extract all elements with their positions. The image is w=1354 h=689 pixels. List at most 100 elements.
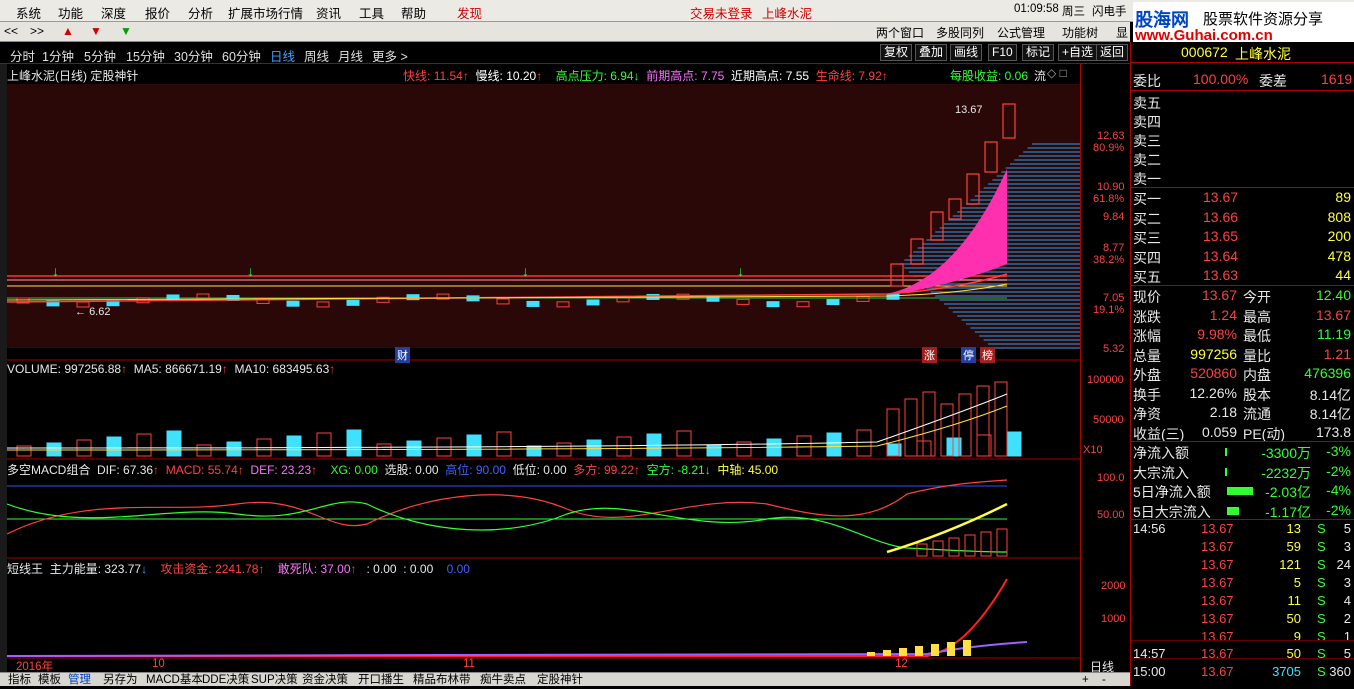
mark-button[interactable]: 标记 [1022, 44, 1055, 61]
bottom-tab[interactable]: 定股神针 [537, 673, 583, 687]
add-watchlist-button[interactable]: +自选 [1058, 44, 1098, 61]
display-button[interactable]: 显 [1116, 24, 1128, 41]
marker-limit[interactable]: 停 [961, 347, 976, 363]
macd-dif: DIF: 67.36 [97, 463, 154, 477]
short-extra-1: : 0.00 [366, 562, 397, 576]
formula-manage-button[interactable]: 公式管理 [997, 24, 1045, 41]
dare-team-bar [947, 642, 955, 656]
period-bar: 分时 1分钟 5分钟 15分钟 30分钟 60分钟 日线 周线 月线 更多 > … [0, 42, 1130, 64]
bid-row: 买四 13.64 478 [1133, 247, 1351, 266]
bottom-tab-bar: 指标 模板 管理 另存为 MACD基本 DDE决策 SUP决策 资金决策 开口播… [0, 672, 1130, 686]
macd-title: 多空MACD组合 [7, 463, 91, 477]
marker-finance[interactable]: 财 [395, 347, 410, 363]
attack-funds-line [7, 578, 1008, 657]
period-tab-5min[interactable]: 5分钟 [84, 46, 116, 65]
clock-weekday: 周三 [1062, 6, 1085, 18]
period-tab-more[interactable]: 更多 > [372, 46, 408, 65]
restore-rights-button[interactable]: 复权 [880, 44, 913, 61]
dare-team-bar [931, 644, 939, 656]
function-tree-button[interactable]: 功能树 [1062, 24, 1098, 41]
indicator-slow-line: 慢线: 10.20↑ [475, 69, 543, 83]
macd-line [886, 502, 1008, 554]
bottom-tab[interactable]: 指标 [8, 673, 31, 687]
bull-line [6, 479, 1008, 535]
chart-area[interactable]: ↓ ↓ ↓ ↓ 上峰水泥(日线) 定股神针 快线: 11.54↑ 慢线: 10.20↑… [6, 64, 1080, 686]
menu-item-function[interactable]: 功能 [58, 3, 83, 22]
menu-item-news[interactable]: 资讯 [316, 3, 341, 22]
stock-header: 000672 上峰水泥 [1131, 44, 1354, 63]
bottom-tab[interactable]: SUP决策 [251, 673, 298, 687]
bottom-tab[interactable]: 痴牛卖点 [480, 673, 526, 687]
volume-bar [136, 433, 152, 457]
menu-item-system[interactable]: 系统 [16, 3, 41, 22]
arrow-green-down-icon[interactable]: ▼ [120, 24, 132, 38]
marker-board[interactable]: 榜 [980, 347, 995, 363]
flash-trade-button[interactable]: 闪电手 [1092, 3, 1127, 19]
zoom-out-button[interactable]: - [1102, 673, 1106, 687]
nav-prev-button[interactable]: << [4, 24, 18, 38]
tick-row: 14:56 13.67 13 S 5 [1133, 521, 1351, 536]
bottom-tab[interactable]: MACD基本 [146, 673, 203, 687]
menu-item-depth[interactable]: 深度 [101, 3, 126, 22]
period-tab-weekly[interactable]: 周线 [304, 46, 329, 65]
menu-item-extended-market[interactable]: 扩展市场行情 [228, 3, 303, 22]
stat-row: 涨跌 1.24 最高 13.67 [1133, 306, 1351, 325]
volume-bar [556, 442, 572, 457]
period-tab-timeshare[interactable]: 分时 [10, 46, 35, 65]
overlay-button[interactable]: 叠加 [915, 44, 948, 61]
bottom-tab[interactable]: DDE决策 [202, 673, 249, 687]
dare-team-bar [867, 652, 875, 656]
menu-item-help[interactable]: 帮助 [401, 3, 426, 22]
bottom-tab[interactable]: 精品布林带 [413, 673, 471, 687]
period-tab-daily[interactable]: 日线 [270, 46, 295, 65]
two-windows-button[interactable]: 两个窗口 [876, 24, 924, 41]
f10-button[interactable]: F10 [988, 44, 1017, 61]
flow-row: 大宗流入 -2232万 -2% [1133, 462, 1351, 481]
marker-rise[interactable]: 涨 [922, 347, 937, 363]
stat-row: 收益(三) 0.059 PE(动) 173.8 [1133, 423, 1351, 442]
stat-row: 换手 12.26% 股本 8.14亿 [1133, 384, 1351, 403]
bottom-tab[interactable]: 另存为 [103, 673, 138, 687]
menu-item-discover[interactable]: 发现 [457, 3, 482, 22]
arrow-down-icon[interactable]: ▼ [90, 24, 102, 38]
clock-time: 01:09:58 [1014, 3, 1059, 15]
axis-label: 61.8% [1093, 193, 1125, 205]
draw-line-button[interactable]: 画线 [950, 44, 983, 61]
period-tab-1min[interactable]: 1分钟 [42, 46, 74, 65]
macd-bar [916, 543, 928, 557]
zoom-in-button[interactable]: + [1082, 673, 1089, 687]
volume-bar [286, 435, 302, 457]
volume-bar [166, 430, 182, 457]
date-axis-nov: 11 [463, 658, 475, 670]
volume-bar [526, 445, 542, 457]
macd-bear: 空方: -8.21 [646, 463, 705, 477]
bottom-tab[interactable]: 资金决策 [302, 673, 348, 687]
volume-value: VOLUME: 997256.88 [7, 362, 122, 376]
period-tab-monthly[interactable]: 月线 [338, 46, 363, 65]
high-price-label: 13.67 [955, 104, 983, 116]
macd-low: 低位: 0.00 [512, 463, 567, 477]
axis-label: 5.32 [1103, 343, 1125, 355]
axis-label: 38.2% [1093, 254, 1125, 266]
left-side-tabs[interactable] [0, 64, 7, 686]
menu-item-tools[interactable]: 工具 [359, 3, 384, 22]
period-tab-15min[interactable]: 15分钟 [126, 46, 165, 65]
stat-row: 外盘 520860 内盘 476396 [1133, 365, 1351, 383]
arrow-up-icon[interactable]: ▲ [62, 24, 74, 38]
nav-next-button[interactable]: >> [30, 24, 44, 38]
axis-label: 100.0 [1097, 472, 1125, 484]
login-status[interactable]: 交易未登录 [690, 3, 753, 22]
period-tab-30min[interactable]: 30分钟 [174, 46, 213, 65]
period-tab-60min[interactable]: 60分钟 [222, 46, 261, 65]
menu-item-quote[interactable]: 报价 [145, 3, 170, 22]
volume-bar [316, 432, 332, 457]
multi-stock-button[interactable]: 多股同列 [936, 24, 984, 41]
volume-bar [976, 385, 990, 457]
commission-diff: 1619 [1321, 71, 1353, 87]
bottom-tab[interactable]: 模板 [38, 673, 61, 687]
diamond-icon[interactable]: ◇ □ [1047, 66, 1067, 80]
back-button[interactable]: 返回 [1096, 44, 1129, 61]
bottom-tab[interactable]: 管理 [68, 673, 91, 687]
bottom-tab[interactable]: 开口播生 [358, 673, 404, 687]
menu-item-analysis[interactable]: 分析 [188, 3, 213, 22]
